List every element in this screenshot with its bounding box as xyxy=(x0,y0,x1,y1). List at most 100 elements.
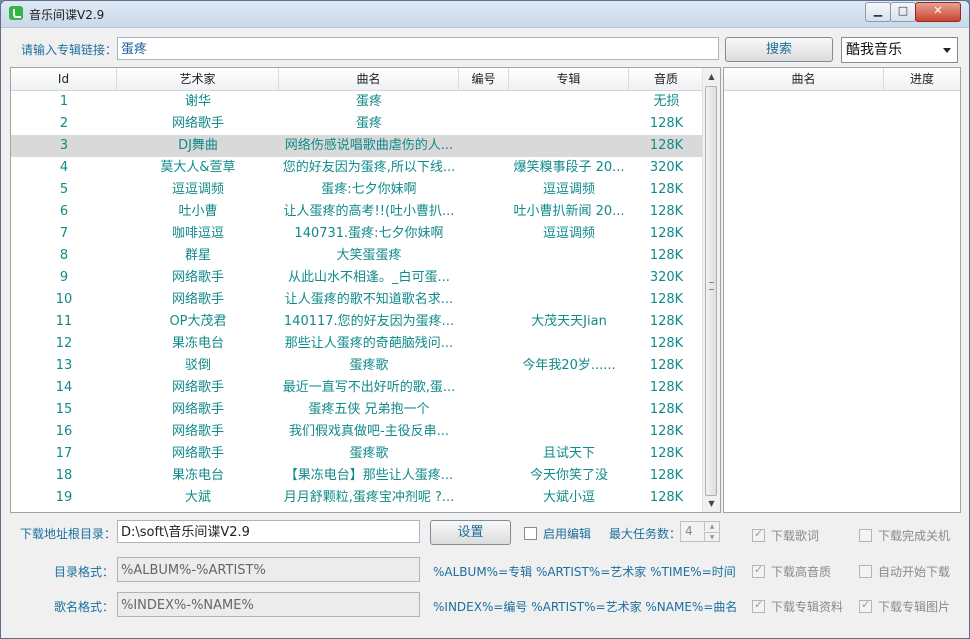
enable-edit-label: 启用编辑 xyxy=(543,527,592,541)
maximize-button[interactable]: □ xyxy=(890,2,916,22)
cell-id: 3 xyxy=(59,138,69,153)
cell-quality: 128K xyxy=(649,138,684,153)
cell-id: 19 xyxy=(55,490,73,505)
table-row[interactable]: 3 DJ舞曲 网络伤感说唱歌曲虐伤的人... 128K xyxy=(11,135,704,157)
table-row[interactable]: 12 果冻电台 那些让人蛋疼的奇葩脑残问... 128K xyxy=(11,333,704,355)
scroll-down-icon[interactable]: ▼ xyxy=(703,495,720,512)
cell-name: 网络伤感说唱歌曲虐伤的人... xyxy=(284,138,454,153)
table-row[interactable]: 14 网络歌手 最近一直写不出好听的歌,蛋... 128K xyxy=(11,377,704,399)
cell-album xyxy=(509,421,629,443)
shutdown-label: 下载完成关机 xyxy=(878,529,951,543)
table-row[interactable]: 18 果冻电台 【果冻电台】那些让人蛋疼... 今天你笑了没 128K xyxy=(11,465,704,487)
table-row[interactable]: 10 网络歌手 让人蛋疼的歌不知道歌名求... 128K xyxy=(11,289,704,311)
window-title: 音乐间谍V2.9 xyxy=(29,8,105,22)
cell-quality: 128K xyxy=(649,358,684,373)
set-dir-button[interactable]: 设置 xyxy=(430,520,511,545)
download-queue-table[interactable]: 曲名 进度 xyxy=(723,67,961,513)
cell-quality: 128K xyxy=(649,424,684,439)
cell-id: 14 xyxy=(55,380,73,395)
cell-album: 逗逗调频 xyxy=(542,182,595,197)
col-queue-progress[interactable]: 进度 xyxy=(884,68,960,90)
cell-id: 2 xyxy=(59,116,69,131)
max-tasks-value: 4 xyxy=(685,524,693,538)
table-row[interactable]: 9 网络歌手 从此山水不相逢。_白可蛋... 320K xyxy=(11,267,704,289)
lyrics-checkbox[interactable]: 下载歌词 xyxy=(752,527,819,544)
dir-format-hint: %ALBUM%=专辑 %ARTIST%=艺术家 %TIME%=时间 xyxy=(433,565,736,579)
table-row[interactable]: 2 网络歌手 蛋疼 128K xyxy=(11,113,704,135)
cell-name: 最近一直写不出好听的歌,蛋... xyxy=(282,380,456,395)
table-row[interactable]: 15 网络歌手 蛋疼五侠 兄弟抱一个 128K xyxy=(11,399,704,421)
col-number[interactable]: 编号 xyxy=(459,68,509,90)
cell-name: 您的好友因为蛋疼,所以下线... xyxy=(282,160,456,175)
col-name[interactable]: 曲名 xyxy=(279,68,459,90)
album-pic-checkbox[interactable]: 下载专辑图片 xyxy=(859,598,950,615)
col-quality[interactable]: 音质 xyxy=(629,68,704,90)
col-album[interactable]: 专辑 xyxy=(509,68,629,90)
table-row[interactable]: 13 驳倒 蛋疼歌 今年我20岁...... 128K xyxy=(11,355,704,377)
cell-album: 爆笑糗事段子 20... xyxy=(513,160,625,175)
shutdown-checkbox[interactable]: 下载完成关机 xyxy=(859,527,950,544)
max-tasks-stepper[interactable]: 4 ▲ ▼ xyxy=(680,521,720,542)
stepper-up-icon[interactable]: ▲ xyxy=(704,522,719,531)
cell-quality: 128K xyxy=(649,226,684,241)
cell-artist: 谢华 xyxy=(184,94,211,109)
dir-format-input[interactable]: %ALBUM%-%ARTIST% xyxy=(117,557,420,582)
cell-album: 且试天下 xyxy=(542,446,595,461)
table-row[interactable]: 17 网络歌手 蛋疼歌 且试天下 128K xyxy=(11,443,704,465)
album-link-input[interactable]: 蛋疼 xyxy=(117,37,719,60)
autostart-label: 自动开始下载 xyxy=(878,565,951,579)
table-row[interactable]: 6 吐小曹 让人蛋疼的高考!!(吐小曹扒... 吐小曹扒新闻 20... 128K xyxy=(11,201,704,223)
hq-checkbox[interactable]: 下载高音质 xyxy=(752,563,831,580)
cell-id: 7 xyxy=(59,226,69,241)
table-row[interactable]: 8 群星 大笑蛋蛋疼 128K xyxy=(11,245,704,267)
scroll-up-icon[interactable]: ▲ xyxy=(703,68,720,85)
minimize-button[interactable]: ▁ xyxy=(865,2,891,22)
results-scrollbar[interactable]: ▲ ▼ xyxy=(702,68,720,512)
cell-number xyxy=(459,157,509,179)
cell-id: 13 xyxy=(55,358,73,373)
close-button[interactable]: ✕ xyxy=(915,2,961,22)
cell-id: 17 xyxy=(55,446,73,461)
checkbox-box xyxy=(859,565,872,578)
col-id[interactable]: Id xyxy=(11,68,117,90)
cell-name: 蛋疼五侠 兄弟抱一个 xyxy=(308,402,430,417)
table-row[interactable]: 16 网络歌手 我们假戏真做吧-主役反串... 128K xyxy=(11,421,704,443)
col-artist[interactable]: 艺术家 xyxy=(117,68,279,90)
checkbox-box xyxy=(859,598,872,613)
cell-number xyxy=(459,201,509,223)
table-row[interactable]: 19 大斌 月月舒颗粒,蛋疼宝冲剂呢 ?... 大斌小逗 128K xyxy=(11,487,704,509)
table-row[interactable]: 7 咖啡逗逗 140731.蛋疼:七夕你妹啊 逗逗调频 128K xyxy=(11,223,704,245)
cell-name: 蛋疼:七夕你妹啊 xyxy=(321,182,417,197)
table-row[interactable]: 11 OP大茂君 140117.您的好友因为蛋疼... 大茂天天Jian 128K xyxy=(11,311,704,333)
cell-album: 逗逗调频 xyxy=(542,226,595,241)
stepper-down-icon[interactable]: ▼ xyxy=(704,532,719,542)
cell-artist: 网络歌手 xyxy=(171,116,224,131)
cell-artist: 网络歌手 xyxy=(171,424,224,439)
cell-quality: 128K xyxy=(649,490,684,505)
cell-number xyxy=(459,377,509,399)
music-source-select[interactable]: 酷我音乐 xyxy=(841,37,958,63)
col-queue-name[interactable]: 曲名 xyxy=(724,68,884,90)
cell-name: 蛋疼 xyxy=(355,94,382,109)
root-dir-input[interactable]: D:\soft\音乐间谍V2.9 xyxy=(117,520,420,543)
enable-edit-checkbox[interactable]: 启用编辑 xyxy=(524,525,591,542)
cell-quality: 320K xyxy=(649,160,684,175)
cell-name: 蛋疼歌 xyxy=(349,358,389,373)
cell-quality: 128K xyxy=(649,248,684,263)
autostart-checkbox[interactable]: 自动开始下载 xyxy=(859,563,950,580)
scroll-thumb[interactable] xyxy=(705,86,717,496)
results-table[interactable]: Id 艺术家 曲名 编号 专辑 音质 1 谢华 蛋疼 无损 2 网络歌手 蛋疼 128K 3 DJ… xyxy=(10,67,721,513)
album-info-checkbox[interactable]: 下载专辑资料 xyxy=(752,598,843,615)
checkbox-box xyxy=(752,563,765,578)
cell-id: 5 xyxy=(59,182,69,197)
name-format-input[interactable]: %INDEX%-%NAME% xyxy=(117,592,420,617)
checkbox-box xyxy=(752,598,765,613)
cell-album xyxy=(509,377,629,399)
search-button[interactable]: 搜索 xyxy=(725,37,833,62)
table-row[interactable]: 1 谢华 蛋疼 无损 xyxy=(11,91,704,113)
cell-number xyxy=(459,465,509,487)
table-row[interactable]: 5 逗逗调频 蛋疼:七夕你妹啊 逗逗调频 128K xyxy=(11,179,704,201)
table-row[interactable]: 4 莫大人&萱草 您的好友因为蛋疼,所以下线... 爆笑糗事段子 20... 320K xyxy=(11,157,704,179)
cell-name: 大笑蛋蛋疼 xyxy=(336,248,402,263)
chevron-down-icon xyxy=(943,48,951,53)
